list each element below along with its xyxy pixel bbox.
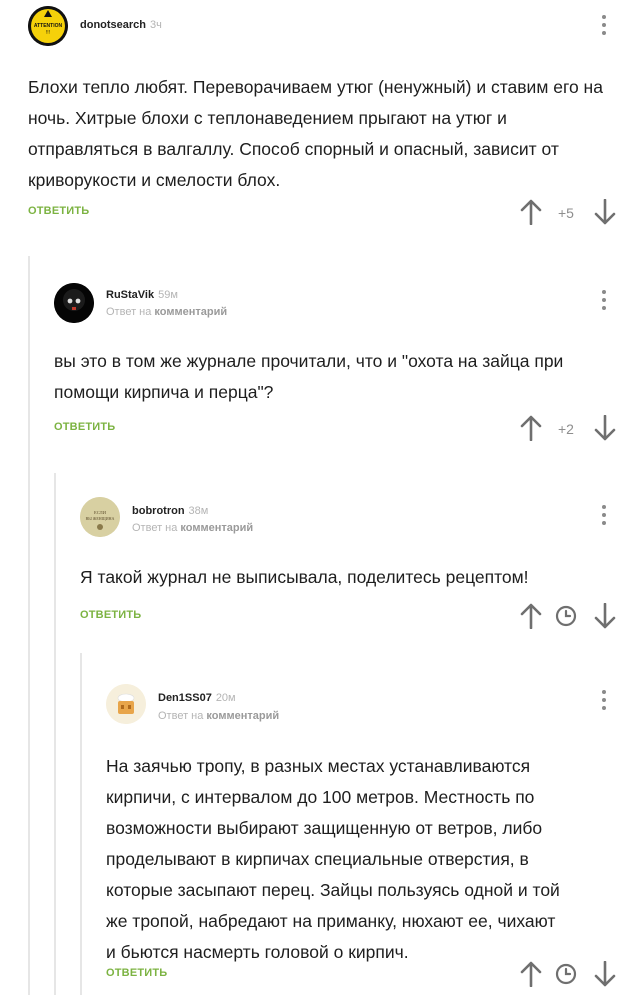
more-vertical-icon[interactable] xyxy=(601,690,607,714)
arrow-down-icon[interactable] xyxy=(594,961,616,987)
reply-to-prefix: Ответ на xyxy=(158,710,204,722)
avatar[interactable] xyxy=(106,684,146,724)
arrow-up-icon[interactable] xyxy=(520,961,542,987)
comment-header: Den1SS07 20м xyxy=(158,692,236,704)
comment-time: 20м xyxy=(215,692,236,704)
comment-den1ss07: Den1SS07 20м Ответ на комментарий На заяч… xyxy=(0,0,640,995)
author-name[interactable]: Den1SS07 xyxy=(158,692,212,704)
reply-to-info: Ответ на комментарий xyxy=(158,710,279,722)
comment-text: На заячью тропу, в разных местах устанав… xyxy=(106,756,560,962)
clock-icon[interactable] xyxy=(555,963,577,985)
reply-button[interactable]: ОТВЕТИТЬ xyxy=(106,967,167,979)
reply-to-link[interactable]: комментарий xyxy=(206,710,279,722)
